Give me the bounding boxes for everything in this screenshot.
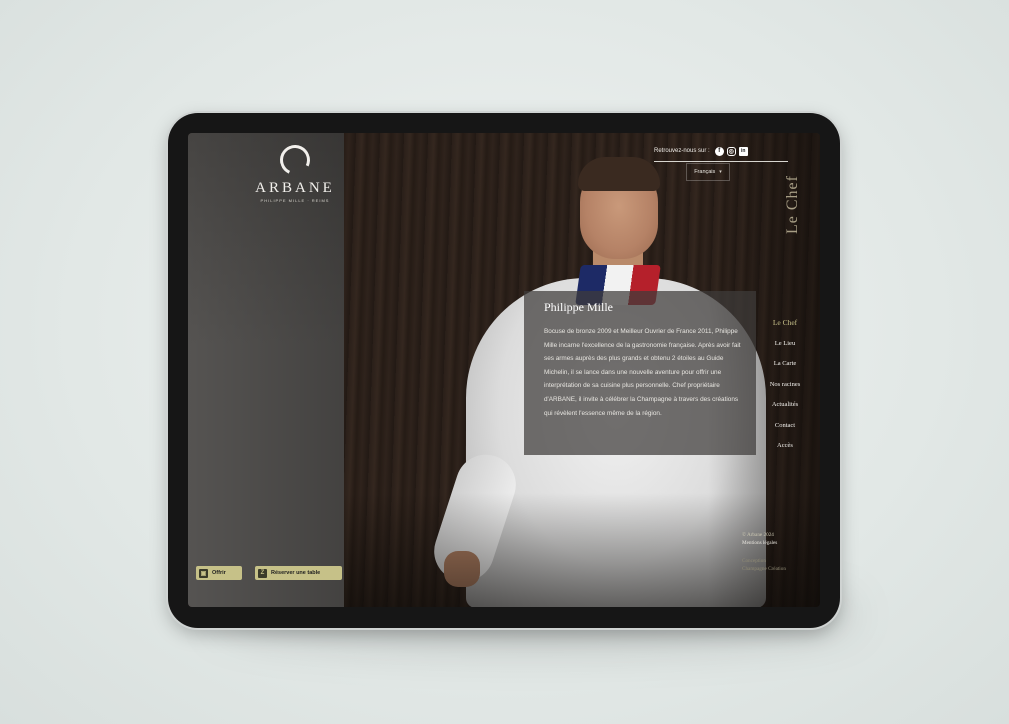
chef-bio: Bocuse de bronze 2009 et Meilleur Ouvrie… [544,328,741,417]
offer-button[interactable]: ▣ Offrir [196,566,242,580]
follow-label: Retrouvez-nous sur : [654,148,710,154]
social-bar: Retrouvez-nous sur : f ◎ in [654,143,788,162]
nav-item-le-chef[interactable]: Le Chef [773,313,797,334]
nav-item-la-carte[interactable]: La Carte [774,354,797,375]
reserve-label: Réserver une table [271,570,321,576]
nav-item-le-lieu[interactable]: Le Lieu [775,334,795,355]
facebook-icon[interactable]: f [714,146,724,156]
chef-name: Philippe Mille [544,300,613,314]
gift-icon: ▣ [199,568,208,578]
language-select[interactable]: Français ▾ [686,163,730,181]
logo-name: ARBANE [255,180,335,196]
chef-hair [578,157,660,191]
nav-item-nos-racines[interactable]: Nos racines [770,375,801,396]
legal-link[interactable]: Mentions légales [742,539,818,547]
logo-subtitle: PHILIPPE MILLE · REIMS [260,198,330,203]
reserve-table-button[interactable]: Z Réserver une table [255,566,342,580]
credit-line-1[interactable]: Conception [742,557,818,565]
chevron-down-icon: ▾ [719,169,722,175]
logo[interactable]: ARBANE PHILIPPE MILLE · REIMS [240,140,350,203]
logo-ring-icon [275,140,315,180]
footer: © Arbane 2024 Mentions légales Conceptio… [742,531,818,573]
main-nav: Le Chef Le Lieu La Carte Nos racines Act… [748,313,820,457]
nav-item-contact[interactable]: Contact [775,416,795,437]
nav-item-acces[interactable]: Accès [777,436,793,457]
linkedin-icon[interactable]: in [738,146,748,156]
copyright: © Arbane 2024 [742,532,774,538]
zenchef-icon: Z [258,568,267,578]
chef-info-card: Philippe Mille Bocuse de bronze 2009 et … [524,291,756,455]
nav-item-actualites[interactable]: Actualités [772,395,798,416]
left-panel-shade [188,133,344,607]
page-title: Le Chef [784,175,801,234]
website-screen: ARBANE PHILIPPE MILLE · REIMS Retrouvez-… [188,133,820,607]
instagram-icon[interactable]: ◎ [726,146,736,156]
credit-line-2[interactable]: Champagne Création [742,565,818,573]
offer-label: Offrir [212,570,226,576]
language-selected: Français [694,169,716,175]
